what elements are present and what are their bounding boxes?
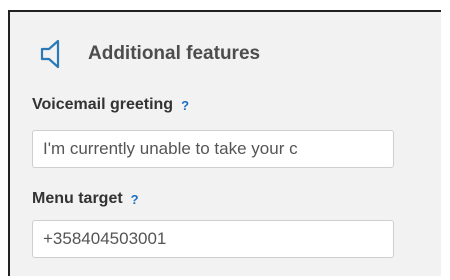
additional-features-panel: Additional features Voicemail greeting ?… (8, 10, 441, 276)
voicemail-greeting-label-text: Voicemail greeting (32, 96, 174, 113)
menu-target-label: Menu target ? (32, 190, 139, 208)
voicemail-greeting-label: Voicemail greeting ? (32, 96, 189, 114)
menu-target-help-icon[interactable]: ? (131, 192, 139, 207)
menu-target-input[interactable] (32, 220, 394, 258)
voicemail-greeting-input[interactable] (32, 130, 394, 168)
section-header: Additional features (34, 34, 260, 74)
voicemail-help-icon[interactable]: ? (181, 98, 189, 113)
section-title: Additional features (88, 43, 261, 64)
speaker-icon (34, 37, 68, 71)
menu-target-label-text: Menu target (32, 190, 123, 207)
